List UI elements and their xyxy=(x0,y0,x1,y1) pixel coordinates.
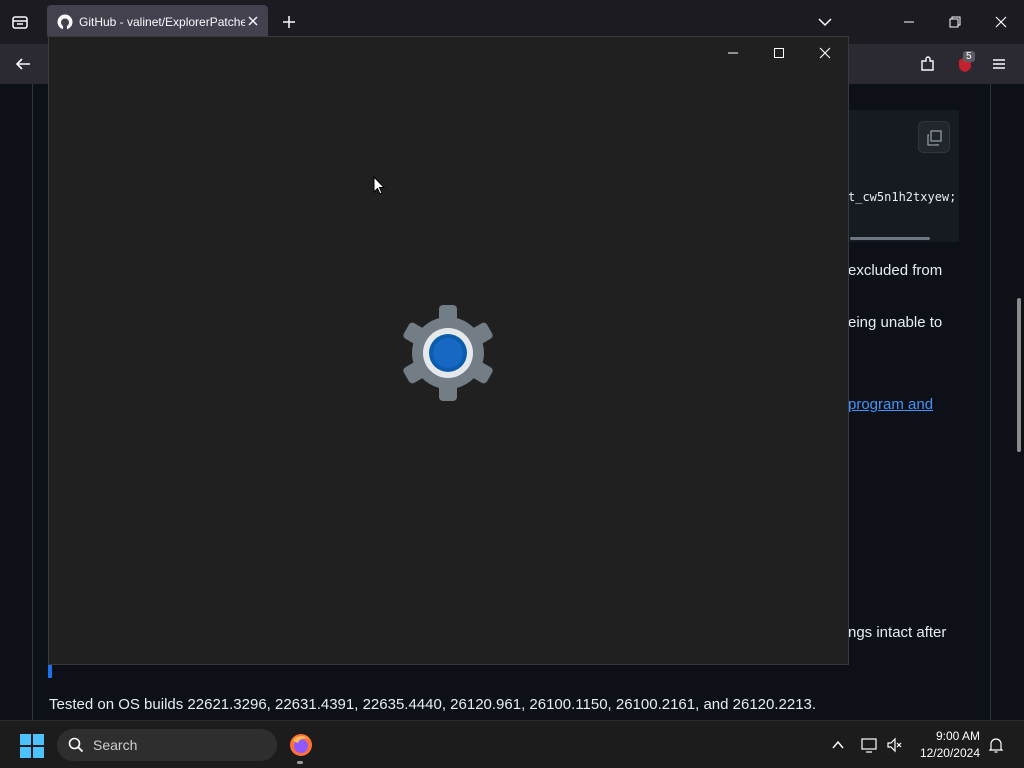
new-tab-plus-icon[interactable] xyxy=(281,14,297,35)
paragraph-fragment-3: ngs intact after xyxy=(848,624,947,641)
close-icon xyxy=(819,47,831,59)
settings-gear-icon xyxy=(400,305,496,401)
copy-code-button[interactable] xyxy=(918,121,950,153)
chevron-down-icon[interactable] xyxy=(817,14,833,35)
tab-title: GitHub - valinet/ExplorerPatcher xyxy=(79,15,245,29)
tab-list-icon[interactable] xyxy=(11,13,29,36)
window-maximize-button[interactable] xyxy=(756,37,802,69)
back-arrow-icon[interactable] xyxy=(14,55,32,78)
taskbar-search-box[interactable]: Search xyxy=(57,729,277,761)
search-icon xyxy=(68,737,84,753)
clock-date[interactable]: 12/20/2024 xyxy=(918,746,980,760)
ublock-extension-icon[interactable]: 5 xyxy=(955,50,979,76)
windows-start-icon[interactable] xyxy=(20,734,44,758)
notification-bell-icon[interactable] xyxy=(988,736,1004,759)
tab-close-icon[interactable] xyxy=(244,12,262,30)
copy-icon xyxy=(927,130,942,146)
clock-time[interactable]: 9:00 AM xyxy=(918,729,980,743)
extension-badge: 5 xyxy=(963,51,975,62)
search-placeholder: Search xyxy=(93,737,138,753)
blockquote-marker xyxy=(48,664,52,678)
tab-github-explorerpatcher[interactable]: GitHub - valinet/ExplorerPatcher xyxy=(47,5,268,39)
paragraph-fragment-1: excluded from xyxy=(848,262,943,279)
github-icon xyxy=(57,14,73,30)
extensions-puzzle-icon[interactable] xyxy=(919,55,937,78)
network-icon[interactable] xyxy=(860,736,878,759)
hamburger-menu-icon[interactable] xyxy=(991,56,1007,77)
paragraph-fragment-2: eing unable to xyxy=(848,314,943,331)
content-border-left xyxy=(32,84,33,720)
browser-restore-icon[interactable] xyxy=(947,14,963,35)
paragraph-link[interactable]: program and xyxy=(848,396,933,413)
browser-close-icon[interactable] xyxy=(993,14,1009,35)
page-vertical-scrollbar[interactable] xyxy=(1017,298,1021,452)
tested-builds-text: Tested on OS builds 22621.3296, 22631.43… xyxy=(49,696,817,713)
speaker-muted-icon[interactable] xyxy=(886,736,904,759)
firefox-taskbar-icon[interactable] xyxy=(289,733,313,757)
mouse-cursor-icon xyxy=(373,175,386,196)
settings-app-window xyxy=(48,36,849,665)
content-border-right xyxy=(990,84,991,720)
windows-taskbar: Search 9:00 AM 12/20/2024 xyxy=(0,720,1024,768)
code-snippet-text: t_cw5n1h2txyew; xyxy=(848,190,957,204)
running-app-indicator xyxy=(297,761,303,764)
tray-chevron-up-icon[interactable] xyxy=(830,737,846,758)
maximize-icon xyxy=(774,48,784,58)
window-close-button[interactable] xyxy=(802,37,848,69)
browser-minimize-icon[interactable] xyxy=(901,14,917,35)
minimize-icon xyxy=(728,52,738,54)
window-minimize-button[interactable] xyxy=(710,37,756,69)
code-horizontal-scrollbar[interactable] xyxy=(850,237,930,240)
